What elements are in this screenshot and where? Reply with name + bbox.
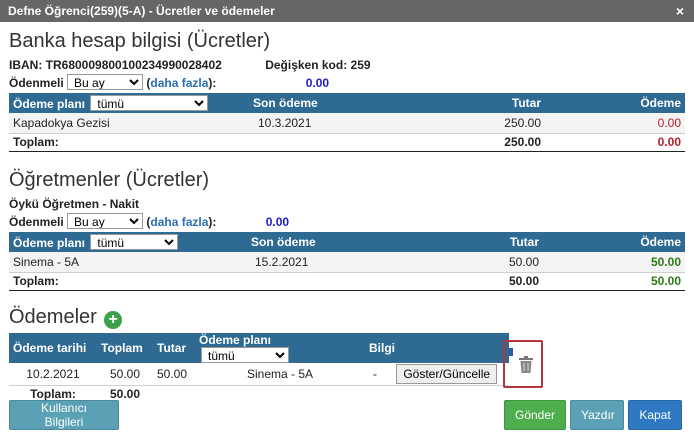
total-amount: 250.00 [409,133,545,152]
bank-total-row: Toplam: 250.00 0.00 [9,133,685,152]
total-label: Toplam: [9,272,247,291]
col-due: Son ödeme [249,93,409,113]
more-close: ): [208,215,217,229]
show-update-button[interactable]: Göster/Güncelle [396,363,498,384]
bank-table-header: Ödeme planı tümü Son ödeme Tutar Ödeme [9,93,685,113]
pay-amount: 50.00 [153,363,195,386]
teachers-table-header: Ödeme planı tümü Son ödeme Tutar Ödeme [9,232,685,252]
col-pay-date: Ödeme tarihi [9,333,97,363]
col-plan: Ödeme planı tümü [9,232,247,252]
payments-table-header: Ödeme tarihi Toplam Tutar Ödeme planı tü… [9,333,509,363]
teachers-table: Ödeme planı tümü Son ödeme Tutar Ödeme S… [9,232,685,291]
row-amount: 250.00 [409,113,545,134]
payments-section: Ödemeler + Ödeme tarihi Toplam Tutar Öde… [9,306,685,403]
row-due: 15.2.2021 [247,252,407,273]
send-button[interactable]: Gönder [504,400,566,430]
payments-table: Ödeme tarihi Toplam Tutar Ödeme planı tü… [9,333,509,403]
teachers-plan-select[interactable]: tümü [90,234,179,250]
col-due: Son ödeme [247,232,407,252]
print-button[interactable]: Yazdır [570,400,624,430]
bank-payable-row: Ödenmeli Bu ay (daha fazla): 0.00 [9,74,685,90]
row-paid: 0.00 [545,113,685,134]
variable-code: Değişken kod: 259 [265,58,371,72]
user-info-button[interactable]: Kullanıcı Bilgileri [9,400,119,430]
total-paid: 0.00 [545,133,685,152]
col-pay-plan: Ödeme planı tümü [195,333,365,363]
bank-payable-select[interactable]: Bu ay [67,74,144,90]
plus-icon[interactable]: + [104,310,123,329]
teachers-payable-amount: 0.00 [265,215,290,229]
close-button[interactable]: Kapat [628,400,682,430]
teachers-heading: Öğretmenler (Ücretler) [9,169,210,191]
total-label: Toplam: [9,133,249,152]
bank-iban: IBAN: TR680009800100234990028402 [9,58,222,72]
pay-plan: Sinema - 5A [195,363,365,386]
dialog: Defne Öğrenci(259)(5-A) - Ücretler ve öd… [0,0,694,444]
teachers-payable-row: Ödenmeli Bu ay (daha fazla): 0.00 [9,213,685,229]
teachers-more-link[interactable]: daha fazla [150,215,208,229]
col-paid: Ödeme [545,93,685,113]
pay-info: - [373,366,377,381]
total-amount: 50.00 [407,272,543,291]
teachers-section: Öğretmenler (Ücretler) Öykü Öğretmen - N… [9,169,685,291]
teachers-total-row: Toplam: 50.00 50.00 [9,272,685,291]
pay-total: 50.00 [97,363,153,386]
scroll-marker [509,348,513,356]
row-paid: 50.00 [543,252,685,273]
teachers-payable-select[interactable]: Bu ay [67,213,144,229]
bank-heading: Banka hesap bilgisi (Ücretler) [9,30,271,52]
delete-highlight [503,340,543,388]
col-amount: Tutar [409,93,545,113]
pay-date: 10.2.2021 [9,363,97,386]
table-row: Sinema - 5A 15.2.2021 50.00 50.00 [9,252,685,273]
col-pay-total: Toplam [97,333,153,363]
table-row: Kapadokya Gezisi 10.3.2021 250.00 0.00 [9,113,685,134]
col-pay-info: Bilgi [365,333,509,363]
window-titlebar: Defne Öğrenci(259)(5-A) - Ücretler ve öd… [0,0,694,22]
teachers-subtitle: Öykü Öğretmen - Nakit [9,197,140,211]
pay-info-cell: - Göster/Güncelle [365,363,509,386]
col-amount: Tutar [407,232,543,252]
more-close: ): [208,76,217,90]
bank-payable-amount: 0.00 [305,76,330,90]
col-pay-amount: Tutar [153,333,195,363]
row-amount: 50.00 [407,252,543,273]
payments-heading: Ödemeler [9,306,97,328]
row-plan: Kapadokya Gezisi [9,113,249,134]
bank-table: Ödeme planı tümü Son ödeme Tutar Ödeme K… [9,93,685,152]
row-plan: Sinema - 5A [9,252,247,273]
col-paid: Ödeme [543,232,685,252]
payments-plan-select[interactable]: tümü [201,347,289,363]
trash-icon[interactable] [518,356,534,374]
bank-plan-select[interactable]: tümü [90,95,209,111]
close-icon[interactable]: × [676,0,684,22]
bank-more-link[interactable]: daha fazla [150,76,208,90]
total-paid: 50.00 [543,272,685,291]
payable-label: Ödenmeli [9,76,64,90]
table-row: 10.2.2021 50.00 50.00 Sinema - 5A - Göst… [9,363,509,386]
bank-section: Banka hesap bilgisi (Ücretler) IBAN: TR6… [9,30,685,152]
payable-label: Ödenmeli [9,215,64,229]
bank-iban-row: IBAN: TR680009800100234990028402 Değişke… [9,58,685,72]
col-plan: Ödeme planı tümü [9,93,249,113]
window-title: Defne Öğrenci(259)(5-A) - Ücretler ve öd… [8,4,275,18]
row-due: 10.3.2021 [249,113,409,134]
